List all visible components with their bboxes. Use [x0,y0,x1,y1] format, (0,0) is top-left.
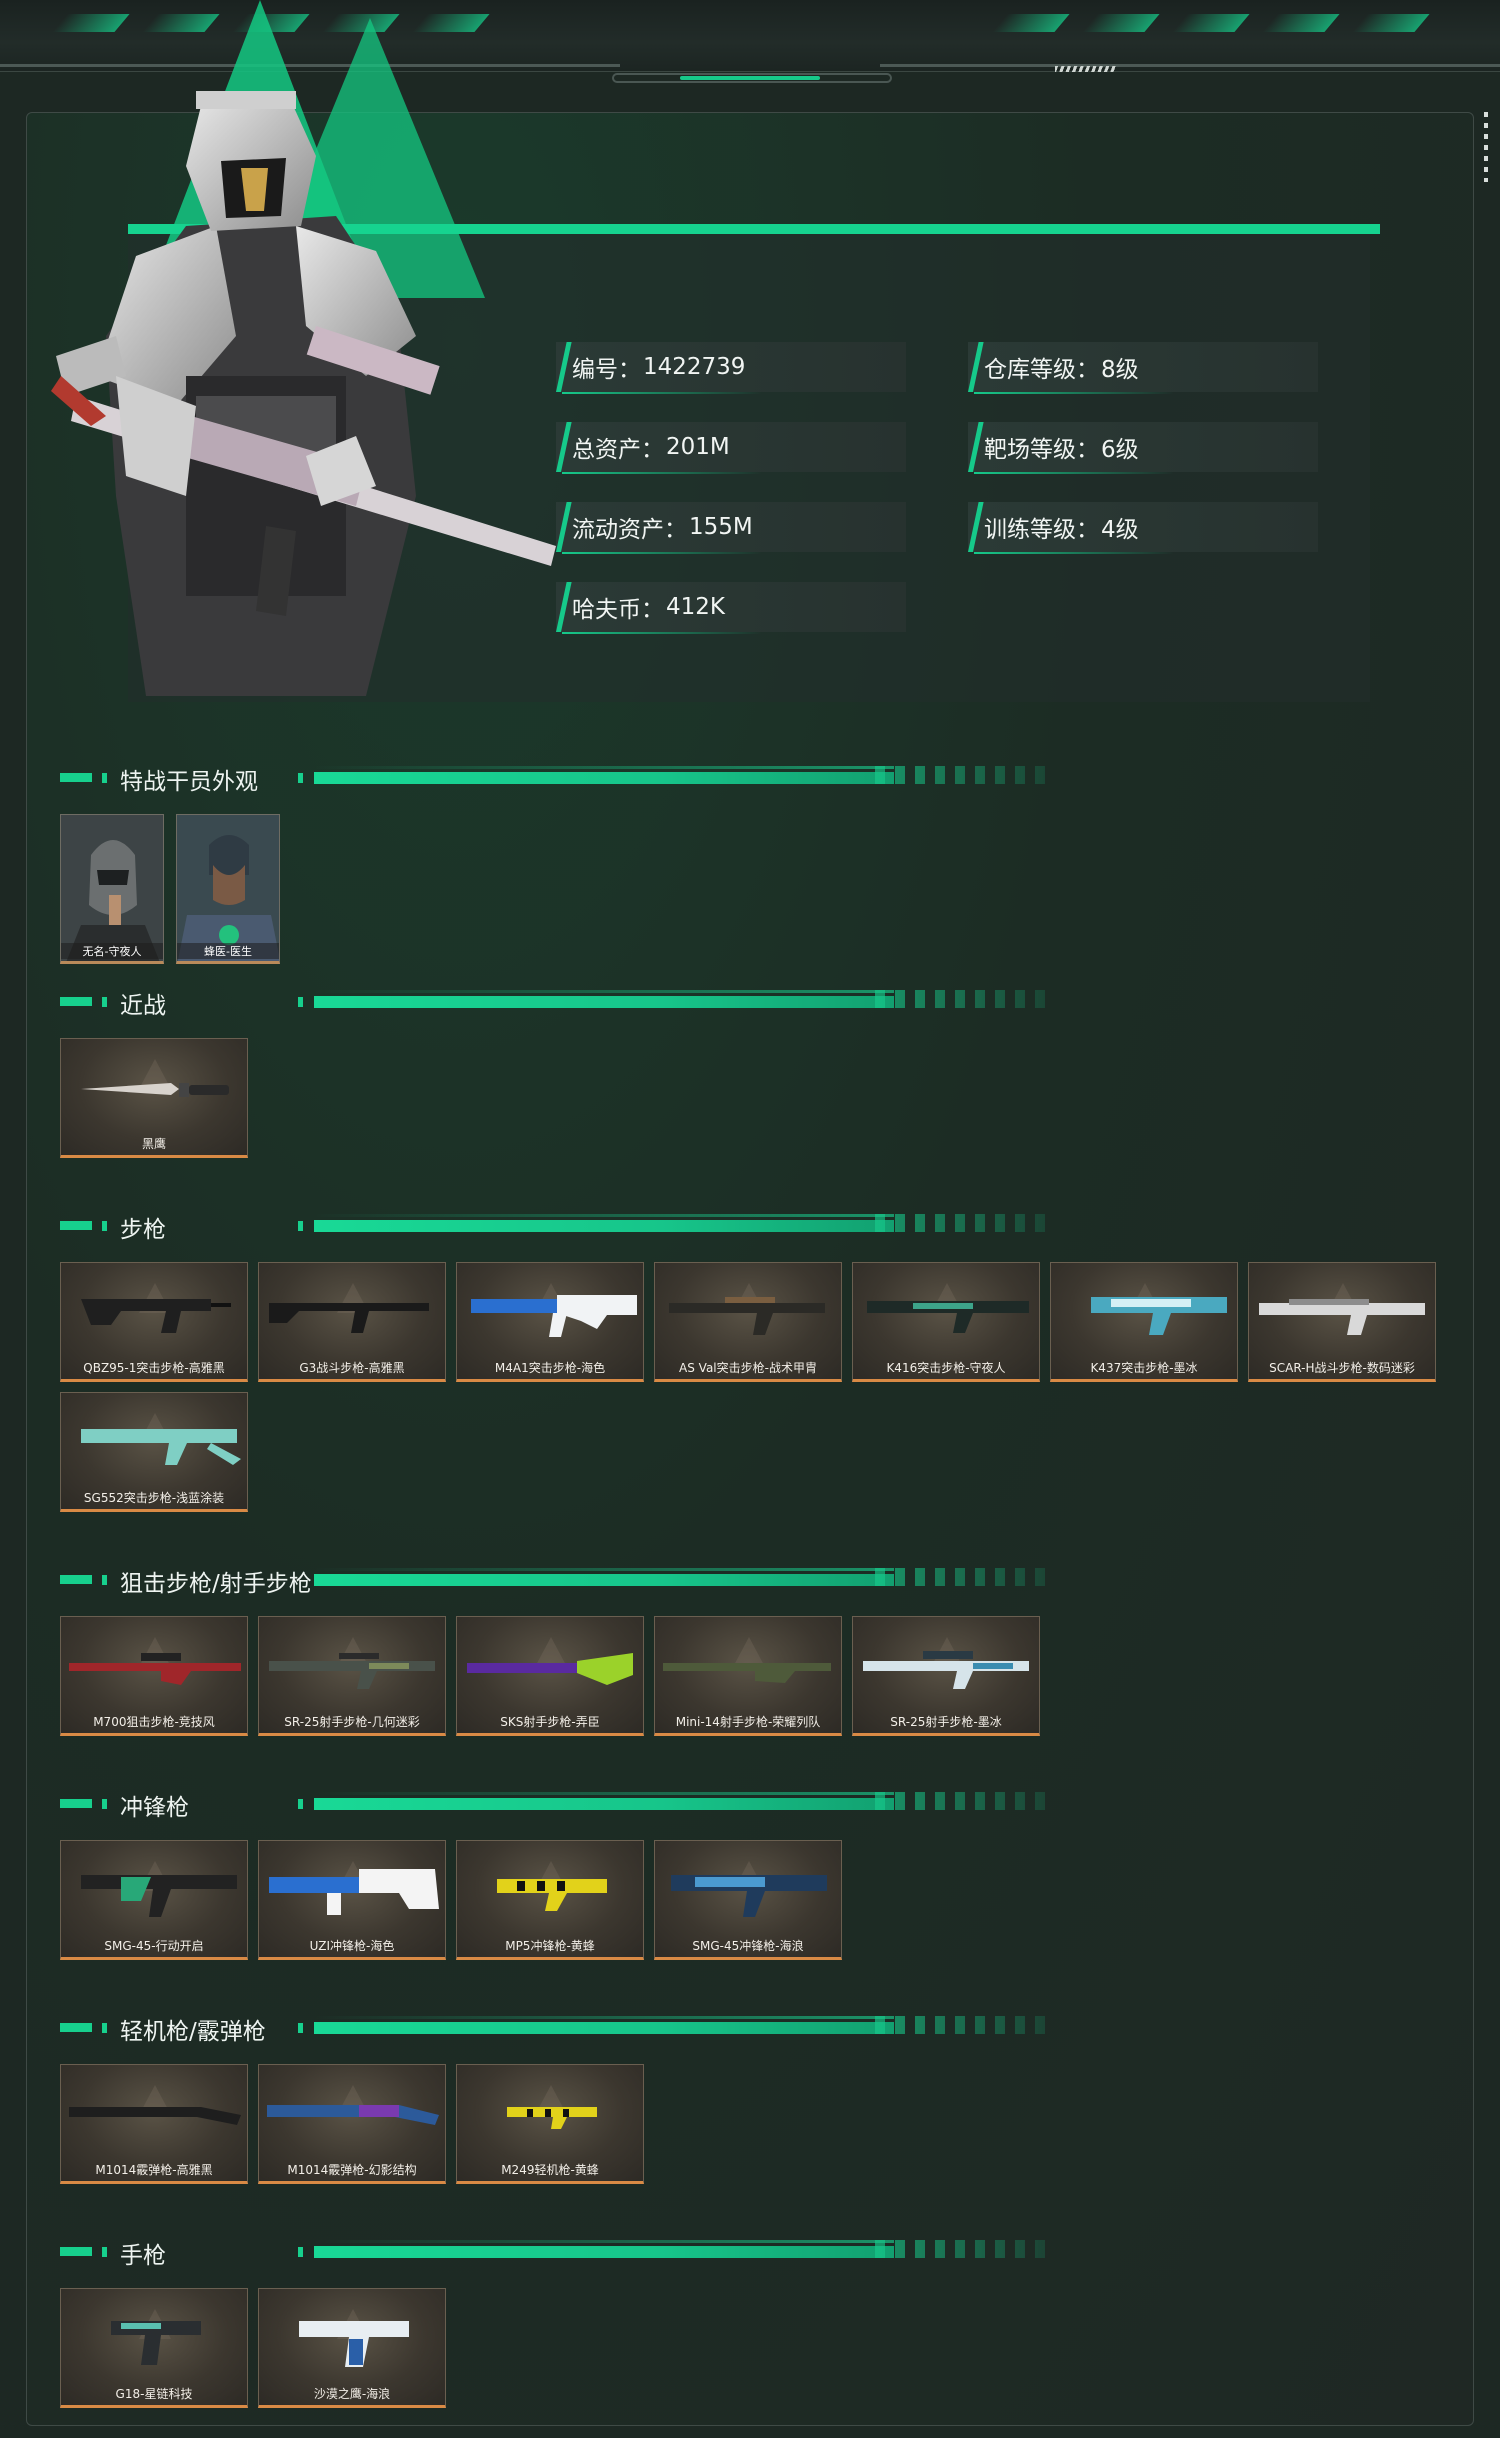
stat-training-level: 训练等级： 4级 [968,502,1318,554]
sniper-icon [269,1653,435,1689]
stat-id: 编号： 1422739 [556,342,906,394]
weapon-card[interactable]: M249轻机枪-黄蜂 [456,2064,644,2184]
rifle-icon [867,1301,1029,1333]
banner-center-accent [680,76,820,80]
lmg-icon [507,2107,597,2129]
banner-stripe [1172,14,1250,32]
banner-hatch [1055,66,1117,72]
operator-card[interactable]: 无名-守夜人 [60,814,164,964]
weapon-card[interactable]: SMG-45-行动开启 [60,1840,248,1960]
section-title: 特战干员外观 [120,769,258,795]
banner-line [880,64,1500,67]
rifle-icon [669,1297,825,1335]
section-header-smgs: 冲锋枪 [60,1788,1060,1821]
weapon-card[interactable]: M1014霰弹枪-高雅黑 [60,2064,248,2184]
pistol-icon [299,2321,409,2367]
section-header-melee: 近战 [60,986,1060,1019]
sniper-icon [467,1653,633,1685]
operator-skin-icon [61,815,163,961]
smg-icon [671,1875,827,1917]
section-title: 手枪 [120,2243,166,2269]
weapon-card[interactable]: SKS射手步枪-弄臣 [456,1616,644,1736]
weapon-card[interactable]: MP5冲锋枪-黄蜂 [456,1840,644,1960]
banner-stripe [992,14,1070,32]
weapon-card[interactable]: SR-25射手步枪-几何迷彩 [258,1616,446,1736]
shotgun-icon [69,2107,241,2125]
smg-icon [497,1879,607,1911]
section-title: 步枪 [120,1217,166,1243]
operator-card[interactable]: 蜂医-医生 [176,814,280,964]
shotgun-icon [267,2105,439,2125]
weapon-card[interactable]: K416突击步枪-守夜人 [852,1262,1040,1382]
knife-icon [81,1083,229,1097]
stat-range-level: 靶场等级： 6级 [968,422,1318,474]
weapon-card[interactable]: QBZ95-1突击步枪-高雅黑 [60,1262,248,1382]
stat-liquid-assets: 流动资产： 155M [556,502,906,554]
section-header-rifles: 步枪 [60,1210,1060,1243]
sniper-icon [863,1651,1029,1689]
weapon-card[interactable]: SG552突击步枪-浅蓝涂装 [60,1392,248,1512]
rifle-icon [471,1295,637,1337]
rifle-icon [81,1299,231,1333]
stat-total-assets: 总资产： 201M [556,422,906,474]
rifle-icon [81,1429,241,1465]
sniper-icon [69,1653,241,1685]
operator-portrait [51,91,556,696]
weapon-card[interactable]: M1014霰弹枪-幻影结构 [258,2064,446,2184]
section-title: 冲锋枪 [120,1795,189,1821]
banner-stripe [1352,14,1430,32]
weapon-card[interactable]: M700狙击步枪-竞技风 [60,1616,248,1736]
section-header-pistols: 手枪 [60,2236,1060,2269]
scroll-indicator[interactable] [1484,112,1488,182]
section-header-lmgs: 轻机枪/霰弹枪 [60,2012,1060,2045]
stat-currency: 哈夫币： 412K [556,582,906,634]
rifle-icon [1091,1297,1227,1335]
section-title: 轻机枪/霰弹枪 [120,2019,266,2045]
sniper-icon [663,1663,831,1683]
weapon-card[interactable]: SMG-45冲锋枪-海浪 [654,1840,842,1960]
operator-skin-icon [177,815,279,961]
smg-icon [269,1869,439,1915]
smg-icon [81,1875,237,1917]
weapon-card[interactable]: Mini-14射手步枪-荣耀列队 [654,1616,842,1736]
weapon-card[interactable]: G18-星链科技 [60,2288,248,2408]
weapon-card[interactable]: K437突击步枪-墨冰 [1050,1262,1238,1382]
stat-warehouse-level: 仓库等级： 8级 [968,342,1318,394]
weapon-card[interactable]: 黑鹰 [60,1038,248,1158]
section-header-snipers: 狙击步枪/射手步枪 [60,1564,1060,1597]
banner-stripe [1082,14,1160,32]
rifle-icon [269,1303,429,1333]
section-title: 狙击步枪/射手步枪 [120,1571,312,1597]
weapon-card[interactable]: UZI冲锋枪-海色 [258,1840,446,1960]
weapon-card[interactable]: AS Val突击步枪-战术甲胄 [654,1262,842,1382]
section-header-operators: 特战干员外观 [60,762,1060,795]
weapon-card[interactable]: SCAR-H战斗步枪-数码迷彩 [1248,1262,1436,1382]
weapon-card[interactable]: SR-25射手步枪-墨冰 [852,1616,1040,1736]
section-title: 近战 [120,993,166,1019]
rifle-icon [1259,1299,1425,1335]
banner-stripe [1262,14,1340,32]
weapon-card[interactable]: G3战斗步枪-高雅黑 [258,1262,446,1382]
weapon-card[interactable]: M4A1突击步枪-海色 [456,1262,644,1382]
banner-stripe [52,14,130,32]
weapon-card[interactable]: 沙漠之鹰-海浪 [258,2288,446,2408]
pistol-icon [111,2321,201,2365]
